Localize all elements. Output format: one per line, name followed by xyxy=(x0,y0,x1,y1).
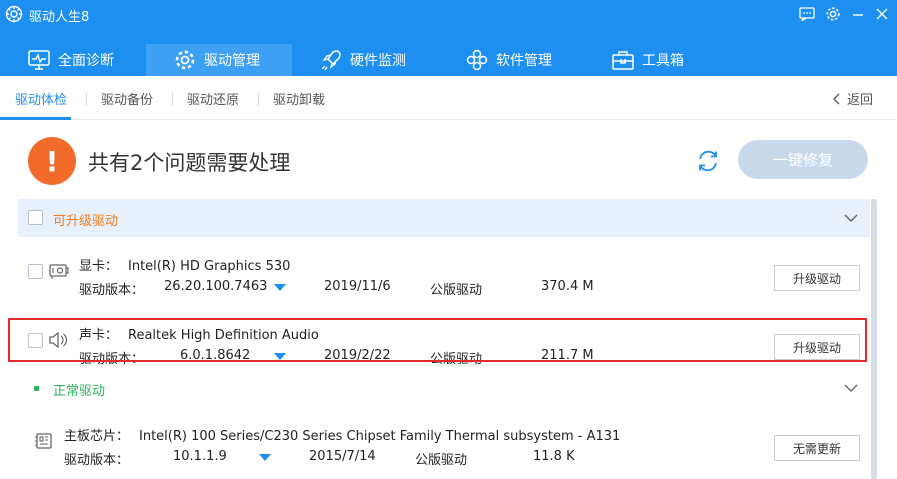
divider xyxy=(18,315,870,316)
section-upgradable: 可升级驱动 xyxy=(18,199,870,237)
sub-nav: 驱动体检 驱动备份 驱动还原 驱动卸载 返回 xyxy=(0,76,897,120)
status-dot xyxy=(34,386,39,391)
version-label: 驱动版本： xyxy=(64,453,130,468)
subtab-driver-backup[interactable]: 驱动备份 xyxy=(101,89,153,108)
chip-icon xyxy=(35,433,52,449)
divider xyxy=(258,92,259,106)
subtab-driver-check[interactable]: 驱动体检 xyxy=(15,89,67,108)
tab-driver-management[interactable]: 驱动管理 xyxy=(146,44,292,76)
section-normal: 正常驱动 xyxy=(18,369,870,407)
driver-row: 显卡： Intel(R) HD Graphics 530 驱动版本： 26.20.… xyxy=(18,249,870,311)
graphics-card-icon xyxy=(49,264,69,279)
highlight-annotation xyxy=(8,318,867,362)
tab-full-diagnosis[interactable]: 全面诊断 xyxy=(28,44,146,76)
monitor-pulse-icon xyxy=(28,49,50,71)
driver-date: 2019/11/6 xyxy=(324,279,391,294)
tab-label: 全面诊断 xyxy=(58,53,114,69)
feedback-icon[interactable] xyxy=(797,4,817,24)
tab-software-management[interactable]: 软件管理 xyxy=(466,44,586,76)
device-name: Intel(R) 100 Series/C230 Series Chipset … xyxy=(139,429,621,444)
list-scrollbar[interactable] xyxy=(871,199,877,479)
scrollbar-thumb[interactable] xyxy=(871,199,877,479)
back-label: 返回 xyxy=(846,93,873,108)
section-label: 可升级驱动 xyxy=(53,214,119,229)
title-bar: 驱动人生8 xyxy=(0,0,897,28)
driver-kind: 公版驱动 xyxy=(415,453,468,468)
settings-icon[interactable] xyxy=(823,4,843,24)
app-title: 驱动人生8 xyxy=(29,10,90,25)
subtab-driver-restore[interactable]: 驱动还原 xyxy=(187,89,239,108)
driver-date: 2015/7/14 xyxy=(309,449,376,464)
fix-all-button[interactable]: 一键修复 xyxy=(738,140,868,179)
tab-label: 软件管理 xyxy=(496,53,552,69)
device-type-label: 主板芯片： xyxy=(64,429,130,444)
tab-label: 工具箱 xyxy=(642,53,684,69)
no-update-needed-button[interactable]: 无需更新 xyxy=(774,435,860,461)
gear-icon xyxy=(174,49,196,71)
device-name: Intel(R) HD Graphics 530 xyxy=(128,259,291,274)
driver-name: 显卡： Intel(R) HD Graphics 530 xyxy=(79,255,290,274)
driver-row: 主板芯片： Intel(R) 100 Series/C230 Series Chi… xyxy=(18,419,870,479)
active-subtab-indicator xyxy=(0,117,71,120)
apps-icon xyxy=(466,49,488,71)
version-dropdown-arrow[interactable] xyxy=(259,454,271,461)
tab-toolbox[interactable]: 工具箱 xyxy=(612,44,722,76)
version-label: 驱动版本： xyxy=(79,283,145,298)
close-icon[interactable] xyxy=(872,4,892,24)
divider xyxy=(172,92,173,106)
driver-checkbox[interactable] xyxy=(28,264,43,279)
summary-bar: ! 共有2个问题需要处理 一键修复 xyxy=(0,121,897,199)
divider xyxy=(86,92,87,106)
refresh-icon[interactable] xyxy=(694,147,722,175)
chevron-down-icon[interactable] xyxy=(844,381,858,395)
back-button[interactable]: 返回 xyxy=(832,89,873,108)
summary-title: 共有2个问题需要处理 xyxy=(88,151,291,175)
chevron-left-icon xyxy=(832,92,840,105)
rocket-icon xyxy=(320,49,342,71)
version-dropdown-arrow[interactable] xyxy=(274,284,286,291)
driver-name: 主板芯片： Intel(R) 100 Series/C230 Series Chi… xyxy=(64,425,620,444)
tab-label: 硬件监测 xyxy=(350,53,406,69)
warning-icon: ! xyxy=(28,137,76,185)
tab-label: 驱动管理 xyxy=(204,53,260,69)
driver-kind: 公版驱动 xyxy=(430,283,483,298)
tab-hardware-monitor[interactable]: 硬件监测 xyxy=(320,44,440,76)
section-label: 正常驱动 xyxy=(53,384,106,399)
device-type-label: 显卡： xyxy=(79,259,119,274)
select-all-upgradable-checkbox[interactable] xyxy=(28,210,43,225)
driver-version: 26.20.100.7463 xyxy=(164,279,268,294)
upgrade-driver-button[interactable]: 升级驱动 xyxy=(774,265,860,291)
driver-size: 11.8 K xyxy=(533,449,575,464)
driver-version: 10.1.1.9 xyxy=(173,449,227,464)
app-logo-icon xyxy=(5,5,23,23)
subtab-driver-uninstall[interactable]: 驱动卸载 xyxy=(273,89,325,108)
toolbox-icon xyxy=(612,49,634,71)
chevron-down-icon[interactable] xyxy=(844,211,858,225)
main-nav: 全面诊断 驱动管理 硬件监测 软件管理 工具箱 xyxy=(0,44,897,76)
app-header: 驱动人生8 全面诊断 驱动管理 硬件监测 软件管理 工具箱 xyxy=(0,0,897,76)
driver-size: 370.4 M xyxy=(541,279,594,294)
minimize-icon[interactable] xyxy=(848,4,868,24)
